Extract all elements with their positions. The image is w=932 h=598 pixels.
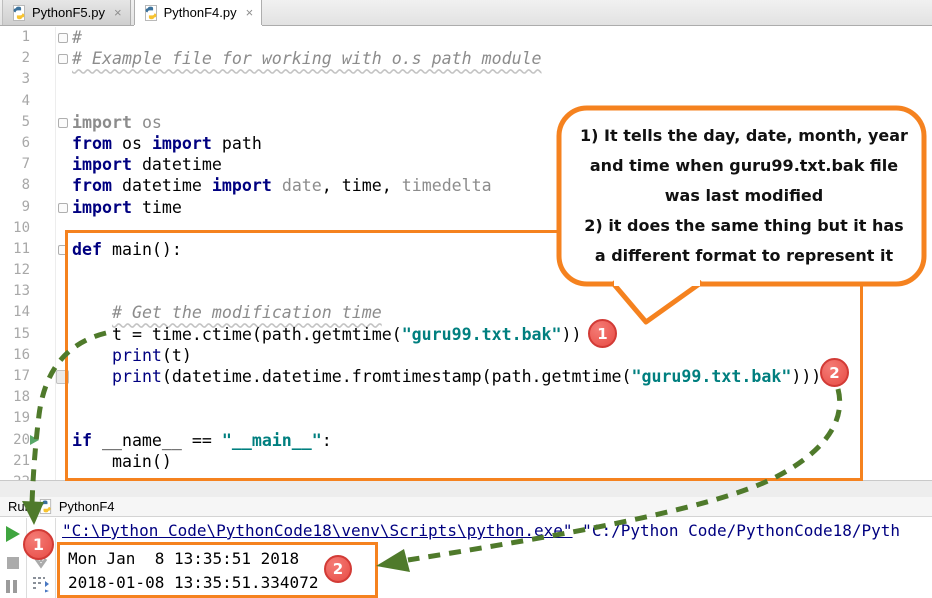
line-number: 12	[0, 260, 30, 281]
code-line[interactable]: 3	[0, 69, 932, 90]
output-line: 2018-01-08 13:35:51.334072	[68, 571, 318, 595]
code-text: import time	[72, 197, 182, 218]
rerun-button[interactable]	[6, 526, 20, 542]
code-line[interactable]: 18	[0, 387, 932, 408]
code-line[interactable]: 5 import os	[0, 112, 932, 133]
code-text: main()	[72, 451, 172, 472]
code-text: t = time.ctime(path.getmtime("guru99.txt…	[72, 324, 582, 345]
line-number: 21	[0, 451, 30, 472]
run-label: Run	[8, 499, 32, 514]
fold-icon[interactable]	[58, 245, 68, 255]
code-line[interactable]: 15 t = time.ctime(path.getmtime("guru99.…	[0, 324, 932, 345]
code-text: # Get the modification time	[72, 302, 382, 323]
code-line[interactable]: 21 main()	[0, 451, 932, 472]
close-icon[interactable]: ×	[114, 5, 122, 20]
code-line[interactable]: 20 if __name__ == "__main__":	[0, 430, 932, 451]
line-number: 3	[0, 69, 30, 90]
panel-separator	[0, 480, 932, 498]
python-file-icon	[38, 499, 53, 514]
line-number: 9	[0, 197, 30, 218]
tab-label: PythonF4.py	[164, 5, 237, 20]
fold-icon[interactable]	[58, 203, 68, 213]
line-number: 20	[0, 430, 30, 451]
console-path-link[interactable]: "C:\Python Code\PythonCode18\venv\Script…	[62, 521, 573, 540]
run-tab-label[interactable]: PythonF4	[59, 499, 115, 514]
code-text: #	[72, 27, 82, 48]
code-line[interactable]: 2 # Example file for working with o.s pat…	[0, 48, 932, 69]
code-line[interactable]: 4	[0, 91, 932, 112]
editor-lines: 1#2# Example file for working with o.s p…	[0, 27, 932, 480]
code-line[interactable]: 8 from datetime import date, time, timede…	[0, 175, 932, 196]
code-text: print(datetime.datetime.fromtimestamp(pa…	[72, 366, 821, 387]
close-icon[interactable]: ×	[246, 5, 254, 20]
code-text: def main():	[72, 239, 182, 260]
output-highlight-box: Mon Jan 8 13:35:51 2018 2018-01-08 13:35…	[57, 542, 378, 598]
pycharm-window: { "colors": { "accent_orange": "#F5821F"…	[0, 0, 932, 598]
code-line[interactable]: 7 import datetime	[0, 154, 932, 175]
python-file-icon	[143, 5, 159, 21]
line-number: 17	[0, 366, 30, 387]
code-line[interactable]: 13	[0, 281, 932, 302]
line-number: 1	[0, 27, 30, 48]
code-text: # Example file for working with o.s path…	[72, 48, 542, 69]
fold-icon[interactable]	[58, 54, 68, 64]
code-line[interactable]: 14 # Get the modification time	[0, 302, 932, 323]
line-number: 6	[0, 133, 30, 154]
code-line[interactable]: 9 import time	[0, 197, 932, 218]
line-number: 5	[0, 112, 30, 133]
code-text: import datetime	[72, 154, 222, 175]
code-text: if __name__ == "__main__":	[72, 430, 332, 451]
tab-label: PythonF5.py	[32, 5, 105, 20]
run-line-icon[interactable]	[30, 435, 39, 445]
soft-wrap-icon[interactable]	[30, 573, 52, 598]
line-number: 16	[0, 345, 30, 366]
console-command-line: "C:\Python Code\PythonCode18\venv\Script…	[62, 521, 900, 540]
line-number: 4	[0, 91, 30, 112]
code-line[interactable]: 1#	[0, 27, 932, 48]
code-line[interactable]: 19	[0, 408, 932, 429]
code-line[interactable]: 17 print(datetime.datetime.fromtimestamp…	[0, 366, 932, 387]
fold-icon[interactable]	[58, 118, 68, 128]
pause-output-button[interactable]	[6, 580, 20, 593]
toolbar-divider	[55, 518, 56, 598]
toolbar-divider	[26, 518, 27, 598]
line-number: 2	[0, 48, 30, 69]
line-number: 19	[0, 408, 30, 429]
fold-icon[interactable]	[58, 33, 68, 43]
code-editor[interactable]: 1#2# Example file for working with o.s p…	[0, 27, 932, 480]
stop-button[interactable]	[7, 557, 19, 569]
python-file-icon	[11, 5, 27, 21]
line-number: 13	[0, 281, 30, 302]
tab-pythonf5[interactable]: PythonF5.py ×	[2, 0, 131, 25]
code-line[interactable]: 12	[0, 260, 932, 281]
code-line[interactable]: 10	[0, 218, 932, 239]
code-line[interactable]: 6 from os import path	[0, 133, 932, 154]
code-line[interactable]: 22	[0, 472, 932, 480]
run-toolwindow-header: Run PythonF4	[0, 497, 932, 517]
line-number: 22	[0, 472, 30, 480]
code-text: from os import path	[72, 133, 262, 154]
tab-pythonf4[interactable]: PythonF4.py ×	[134, 0, 263, 25]
code-text: import os	[72, 112, 162, 133]
code-line[interactable]: 16 print(t)	[0, 345, 932, 366]
gutter-marker-icon[interactable]	[56, 370, 69, 384]
line-number: 7	[0, 154, 30, 175]
line-number: 11	[0, 239, 30, 260]
console-path-tail: "C:/Python Code/PythonCode18/Pyth	[573, 521, 901, 540]
code-text: print(t)	[72, 345, 192, 366]
output-line: Mon Jan 8 13:35:51 2018	[68, 547, 299, 571]
editor-tab-bar: PythonF5.py × PythonF4.py ×	[0, 0, 932, 26]
line-number: 15	[0, 324, 30, 345]
line-number: 10	[0, 218, 30, 239]
line-number: 18	[0, 387, 30, 408]
line-number: 14	[0, 302, 30, 323]
code-text: from datetime import date, time, timedel…	[72, 175, 492, 196]
line-number: 8	[0, 175, 30, 196]
code-line[interactable]: 11 def main():	[0, 239, 932, 260]
